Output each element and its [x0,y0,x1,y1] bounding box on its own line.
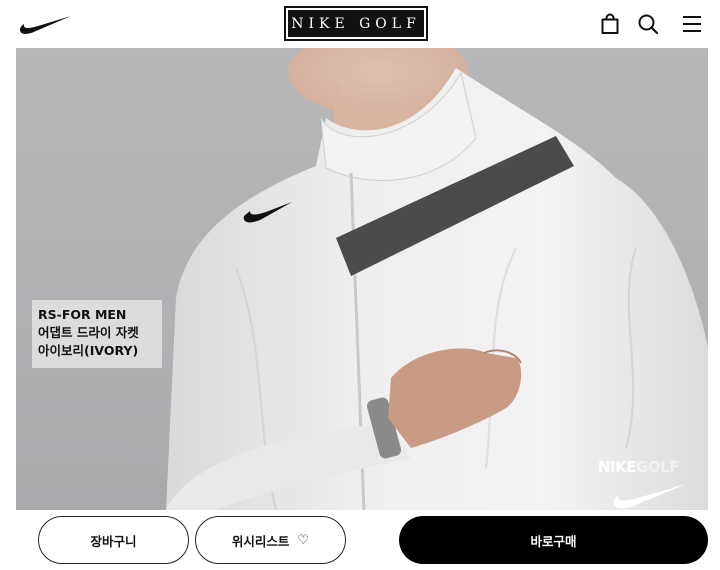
wishlist-label: 위시리스트 [231,533,290,549]
heart-icon: ♡ [297,532,310,548]
add-to-cart-button[interactable]: 장바구니 [38,516,189,564]
watermark-light: GOLF [636,458,679,476]
watermark-swoosh-icon [613,484,686,509]
buy-label: 바로구매 [530,533,577,549]
cart-label: 장바구니 [90,533,137,549]
caption-line-3: 아이보리(IVORY) [38,343,139,358]
nike-swoosh-logo[interactable] [18,12,72,36]
shopping-bag-icon[interactable] [598,12,622,36]
nike-golf-watermark: NIKEGOLF [598,458,702,510]
brand-title: NIKE GOLF [288,10,424,37]
purchase-action-bar: 장바구니 위시리스트 ♡ 바로구매 [0,510,720,570]
watermark-text: NIKEGOLF [598,458,702,476]
watermark-bold: NIKE [598,458,637,476]
brand-logo[interactable]: NIKE GOLF [284,6,428,41]
caption-line-1: RS-FOR MEN [38,307,127,322]
menu-icon[interactable] [680,12,704,36]
product-photo [166,48,708,510]
top-header: NIKE GOLF [0,0,720,48]
buy-now-button[interactable]: 바로구매 [399,516,708,564]
search-icon[interactable] [636,12,660,36]
wishlist-button[interactable]: 위시리스트 ♡ [195,516,346,564]
product-hero-image: RS-FOR MEN 어댑트 드라이 자켓 아이보리(IVORY) [16,48,708,510]
product-caption: RS-FOR MEN 어댑트 드라이 자켓 아이보리(IVORY) [32,300,162,368]
caption-line-2: 어댑트 드라이 자켓 [38,325,139,340]
